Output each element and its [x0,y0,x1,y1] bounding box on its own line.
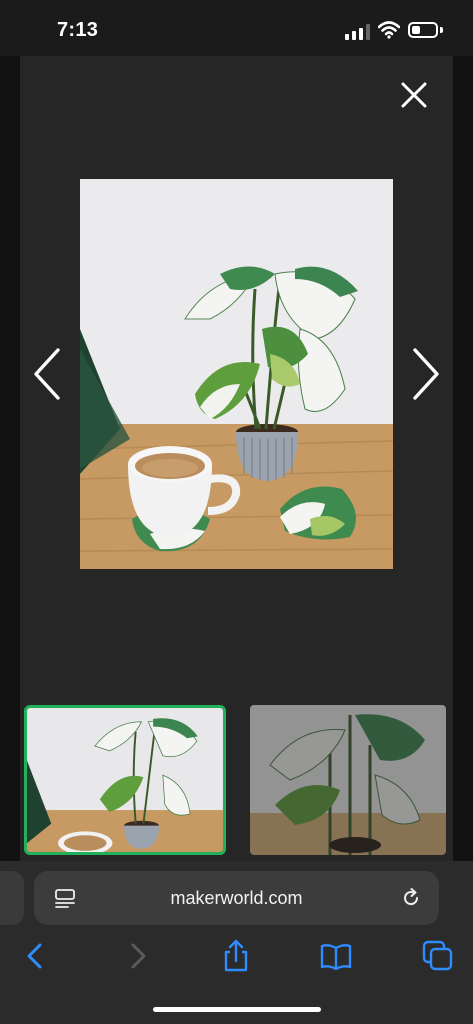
viewer-edge-right [453,56,473,861]
status-bar: 7:13 [0,0,473,56]
url-text[interactable]: makerworld.com [34,888,439,909]
signal-icon [345,24,370,40]
wifi-icon [378,21,400,39]
home-indicator [153,1007,321,1012]
viewer-edge-left [0,56,20,861]
main-photo[interactable] [80,179,393,569]
address-bar[interactable]: makerworld.com [34,871,439,925]
chevron-right-icon[interactable] [407,346,443,402]
tabs-icon[interactable] [420,938,456,974]
status-time: 7:13 [57,19,99,41]
battery-icon [408,22,438,38]
reload-icon[interactable] [400,887,422,909]
thumbnail-2[interactable] [250,705,446,855]
battery-cap [440,27,443,33]
chevron-left-icon[interactable] [30,346,66,402]
bookmarks-icon[interactable] [318,938,354,974]
share-icon[interactable] [218,938,254,974]
forward-icon[interactable] [120,938,156,974]
thumbnail-1[interactable] [24,705,226,855]
back-icon[interactable] [17,938,53,974]
previous-tab-peek[interactable] [0,871,24,925]
close-icon[interactable] [396,77,432,113]
